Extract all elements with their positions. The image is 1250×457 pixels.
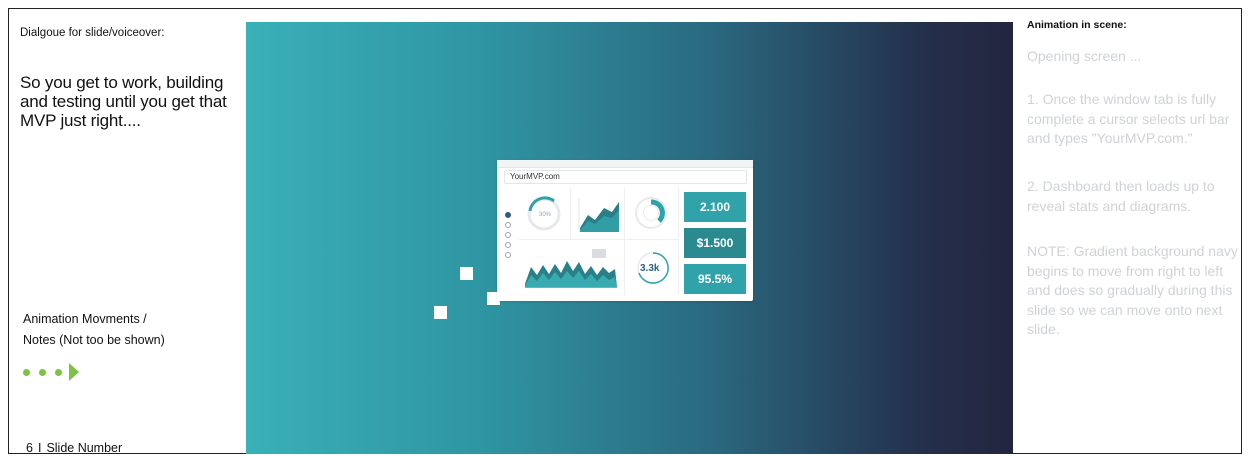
slide-number: 6 I Slide Number (26, 441, 122, 455)
step1-note: 1. Once the window tab is fully complete… (1027, 91, 1230, 146)
dot-icon (39, 368, 46, 376)
dot-icon (23, 368, 30, 376)
count-label: 3.3k (640, 263, 660, 274)
play-arrow-icon (69, 363, 79, 381)
count-card: 3.3k (625, 240, 679, 295)
step2-note: 2. Dashboard then loads up to reveal sta… (1027, 178, 1215, 214)
donut-card (625, 188, 679, 240)
slide-number-separator: I (37, 441, 42, 455)
donut-chart (635, 197, 667, 229)
floating-square (460, 267, 473, 280)
browser-window: YourMVP.com 30% 3.3k 2.100 $1.500 95.5% (497, 160, 753, 301)
progress-dots (23, 363, 79, 381)
dot-icon (55, 368, 62, 376)
edit-icon[interactable] (505, 232, 511, 238)
settings-icon[interactable] (505, 242, 511, 248)
animation-notes-line1: Animation Movments / (23, 312, 147, 326)
animation-label: Animation in scene: (1027, 19, 1127, 31)
stat-tile: 2.100 (684, 192, 746, 222)
animation-notes-line2: Notes (Not too be shown) (23, 333, 165, 347)
right-column: Animation in scene: Opening screen ... 1… (1027, 0, 1245, 457)
left-column: Dialgoue for slide/voiceover: So you get… (20, 0, 240, 457)
slide-preview: YourMVP.com 30% 3.3k 2.100 $1.500 95.5% (246, 22, 1013, 454)
url-text: YourMVP.com (510, 172, 560, 181)
stat-tile: $1.500 (684, 228, 746, 258)
browser-topbar (497, 160, 753, 168)
gauge-label: 30% (539, 212, 552, 218)
circle-icon[interactable] (505, 222, 511, 228)
floating-square (434, 306, 447, 319)
stream-chart (525, 249, 617, 288)
dashboard-sidebar (505, 212, 513, 262)
gauge-card: 30% (519, 188, 571, 240)
dialogue-label: Dialgoue for slide/voiceover: (20, 27, 165, 39)
area-chart-card (571, 188, 625, 240)
opening-note: Opening screen ... (1027, 48, 1142, 64)
user-icon[interactable] (505, 212, 511, 218)
animation-notes-label: Animation Movments / Notes (Not too be s… (23, 309, 223, 351)
slide-number-value: 6 (26, 441, 33, 455)
stream-chart-card (519, 240, 625, 295)
dialogue-text: So you get to work, building and testing… (20, 73, 227, 130)
lock-icon[interactable] (505, 252, 511, 258)
area-chart (578, 198, 619, 232)
url-bar[interactable]: YourMVP.com (504, 170, 747, 184)
gradient-note: NOTE: Gradient background navy begins to… (1027, 243, 1238, 337)
stat-tile: 95.5% (684, 264, 746, 294)
slide-number-label: Slide Number (46, 441, 123, 455)
